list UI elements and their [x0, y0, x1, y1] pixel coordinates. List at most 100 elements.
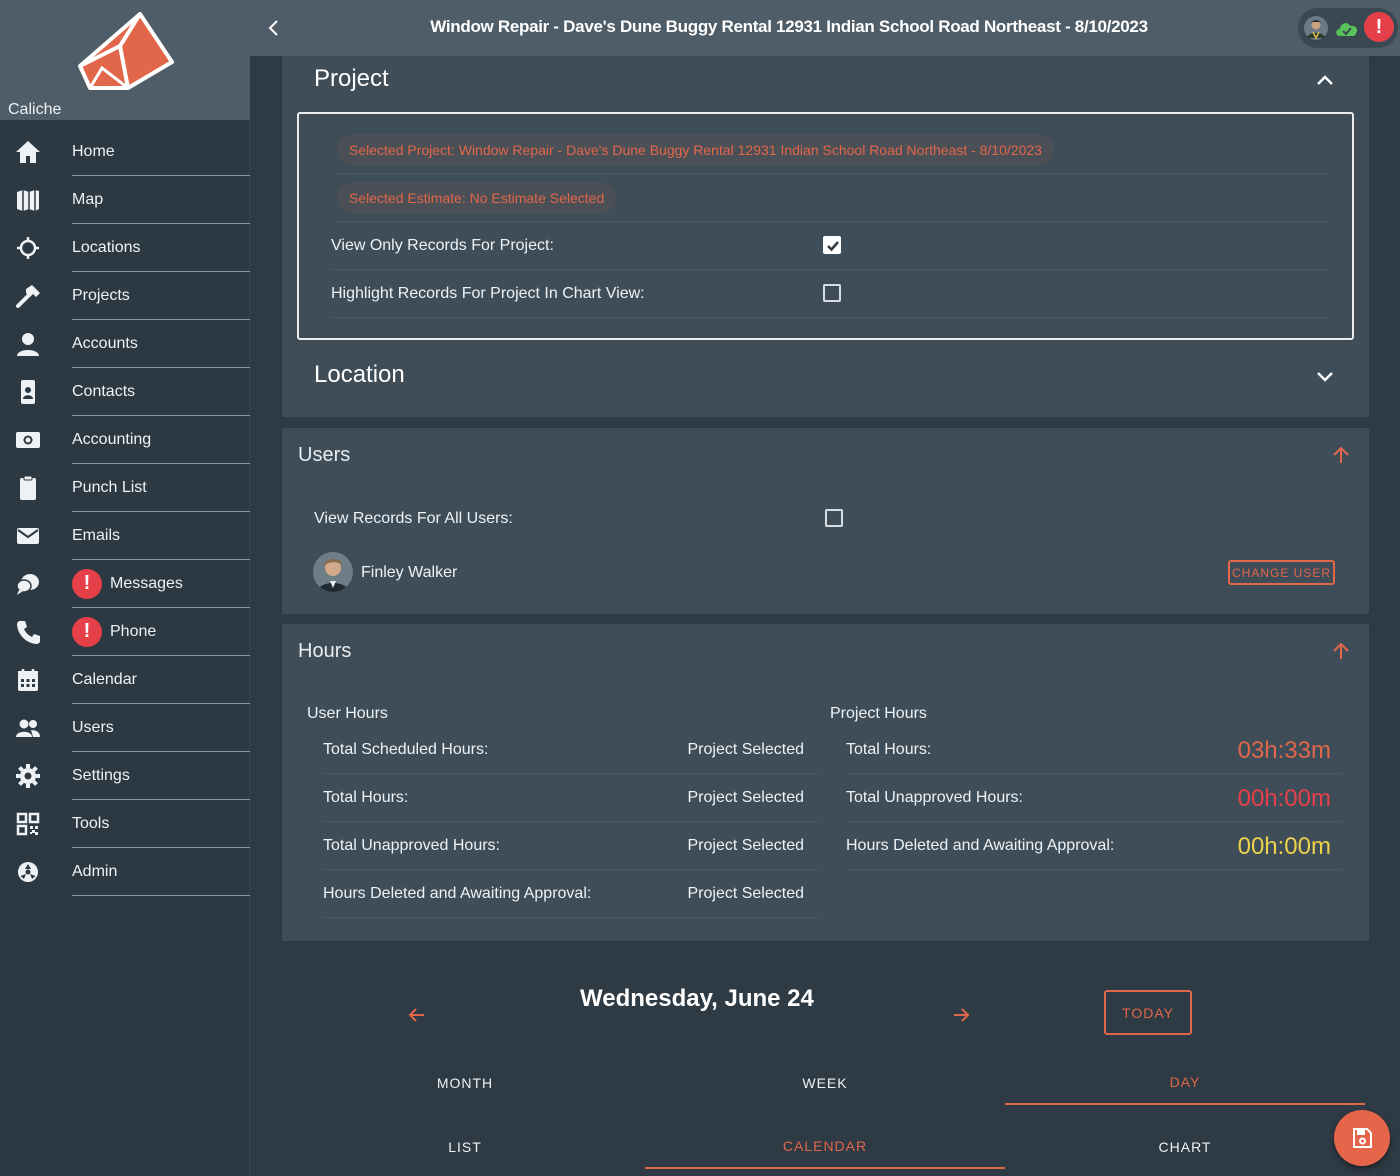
highlight-checkbox[interactable] — [823, 284, 841, 302]
user-hours-row: Total Hours: Project Selected — [323, 774, 820, 822]
sidebar-item-label: Settings — [72, 766, 130, 784]
sidebar-item-calendar[interactable]: Calendar — [0, 656, 250, 704]
sidebar-item-admin[interactable]: Admin — [0, 848, 250, 896]
clipboard-icon — [20, 475, 36, 500]
sidebar-item-punch-list[interactable]: Punch List — [0, 464, 250, 512]
contact-card-icon — [21, 380, 35, 404]
crosshair-icon — [17, 237, 39, 259]
sidebar-item-accounts[interactable]: Accounts — [0, 320, 250, 368]
hours-label: Hours Deleted and Awaiting Approval: — [846, 837, 1115, 854]
prev-arrow-icon[interactable] — [407, 1005, 427, 1025]
avatar — [313, 552, 353, 592]
project-hours-row: Hours Deleted and Awaiting Approval: 00h:… — [846, 822, 1343, 870]
users-icon — [16, 719, 40, 737]
tab-month[interactable]: MONTH — [285, 1061, 645, 1105]
gear-icon — [16, 764, 40, 788]
logo-area: Caliche — [0, 0, 250, 120]
project-location-card: Project Selected Project: Window Repair … — [282, 56, 1369, 417]
admin-icon — [18, 862, 38, 882]
chevron-down-icon[interactable] — [1314, 365, 1336, 387]
selected-project-chip[interactable]: Selected Project: Window Repair - Dave's… — [337, 134, 1054, 166]
arrow-up-icon[interactable] — [1331, 445, 1351, 465]
view-only-row: View Only Records For Project: — [331, 222, 1330, 270]
chevron-up-icon[interactable] — [1314, 69, 1336, 91]
users-section-title: Users — [298, 444, 351, 466]
location-section-title[interactable]: Location — [314, 361, 405, 389]
sidebar-item-label: Messages — [110, 574, 183, 592]
qr-code-icon — [16, 812, 40, 836]
sidebar-item-label: Contacts — [72, 382, 136, 400]
sidebar-item-accounting[interactable]: Accounting — [0, 416, 250, 464]
project-section-title: Project — [314, 65, 389, 92]
arrow-up-icon[interactable] — [1331, 641, 1351, 661]
selected-project-row: Selected Project: Window Repair - Dave's… — [333, 126, 1330, 174]
tab-list[interactable]: LIST — [285, 1125, 645, 1169]
tab-calendar[interactable]: CALENDAR — [645, 1125, 1005, 1169]
sidebar-item-contacts[interactable]: Contacts — [0, 368, 250, 416]
users-card: Users View Records For All Users: Finley… — [282, 428, 1369, 614]
view-all-users-label: View Records For All Users: — [314, 510, 513, 527]
hours-label: Hours Deleted and Awaiting Approval: — [323, 885, 592, 902]
next-arrow-icon[interactable] — [951, 1005, 971, 1025]
user-name: Finley Walker — [361, 564, 458, 581]
person-icon — [17, 333, 39, 356]
view-all-users-checkbox[interactable] — [825, 509, 843, 527]
calendar-icon — [18, 669, 38, 691]
tab-week[interactable]: WEEK — [645, 1061, 1005, 1105]
hours-label: Total Hours: — [846, 741, 932, 758]
hours-section-title: Hours — [298, 640, 352, 662]
project-hours-row: Total Unapproved Hours: 00h:00m — [846, 774, 1343, 822]
sidebar-item-phone[interactable]: ! Phone — [0, 608, 250, 656]
project-hours-row: Total Hours: 03h:33m — [846, 726, 1343, 774]
sidebar-item-label: Accounts — [72, 334, 138, 352]
today-button[interactable]: TODAY — [1104, 990, 1192, 1035]
sidebar-item-settings[interactable]: Settings — [0, 752, 250, 800]
cloud-sync-icon — [1336, 23, 1358, 36]
change-user-button[interactable]: CHANGE USER — [1228, 560, 1335, 585]
sidebar-item-label: Projects — [72, 286, 130, 304]
sidebar-item-emails[interactable]: Emails — [0, 512, 250, 560]
sidebar-item-locations[interactable]: Locations — [0, 224, 250, 272]
sidebar-item-label: Accounting — [72, 430, 152, 448]
phone-icon — [17, 621, 40, 644]
money-icon — [16, 432, 40, 448]
hours-value: Project Selected — [687, 837, 804, 854]
hours-card: Hours User Hours Project Hours Total Sch… — [282, 624, 1369, 941]
hammer-icon — [16, 285, 40, 308]
project-panel: Selected Project: Window Repair - Dave's… — [297, 112, 1354, 340]
highlight-label: Highlight Records For Project In Chart V… — [331, 285, 645, 302]
sidebar-item-label: Admin — [72, 862, 118, 880]
tab-day[interactable]: DAY — [1005, 1061, 1365, 1105]
back-chevron-icon[interactable] — [262, 16, 286, 40]
sidebar-item-label: Calendar — [72, 670, 137, 688]
sidebar-item-users[interactable]: Users — [0, 704, 250, 752]
sidebar-item-messages[interactable]: ! Messages — [0, 560, 250, 608]
save-button[interactable] — [1334, 1110, 1390, 1166]
hours-value: Project Selected — [687, 789, 804, 806]
hours-label: Total Hours: — [323, 789, 409, 806]
alert-icon[interactable]: ! — [1364, 12, 1394, 42]
status-indicators[interactable]: ! — [1298, 8, 1398, 48]
selected-estimate-row: Selected Estimate: No Estimate Selected — [333, 174, 1330, 222]
user-avatar-icon[interactable] — [1304, 16, 1328, 40]
user-hours-title: User Hours — [307, 705, 388, 722]
sidebar-item-label: Users — [72, 718, 114, 736]
checkmark-icon — [827, 241, 839, 252]
envelope-icon — [17, 528, 39, 544]
save-icon — [1353, 1128, 1372, 1148]
view-only-checkbox[interactable] — [823, 236, 841, 254]
top-bar: Window Repair - Dave's Dune Buggy Rental… — [250, 0, 1400, 56]
highlight-row: Highlight Records For Project In Chart V… — [331, 270, 1330, 318]
alert-badge: ! — [72, 568, 102, 599]
page-title: Window Repair - Dave's Dune Buggy Rental… — [430, 17, 1148, 36]
selected-estimate-chip[interactable]: Selected Estimate: No Estimate Selected — [337, 182, 617, 214]
sidebar-item-home[interactable]: Home — [0, 128, 250, 176]
sidebar-item-map[interactable]: Map — [0, 176, 250, 224]
tab-chart[interactable]: CHART — [1005, 1125, 1365, 1169]
sidebar-item-projects[interactable]: Projects — [0, 272, 250, 320]
map-icon — [17, 190, 39, 211]
alert-badge: ! — [72, 616, 102, 647]
hours-value: 03h:33m — [1237, 737, 1331, 764]
sidebar-item-tools[interactable]: Tools — [0, 800, 250, 848]
user-hours-row: Total Unapproved Hours: Project Selected — [323, 822, 820, 870]
